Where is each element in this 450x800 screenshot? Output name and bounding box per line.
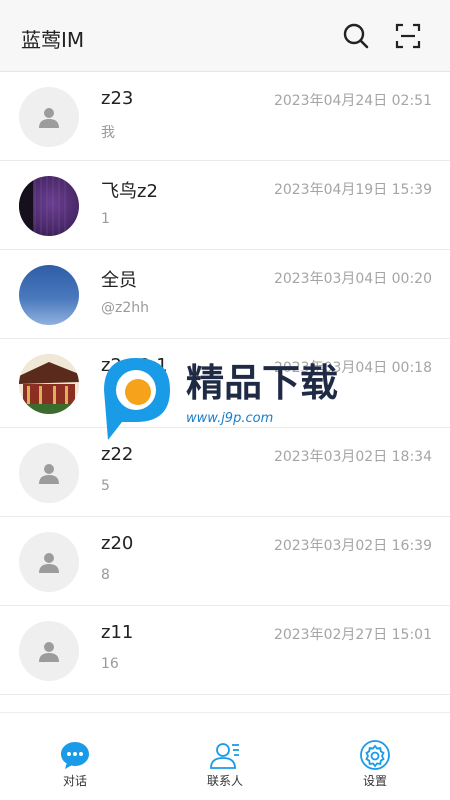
- conversation-row[interactable]: z11 2023年02月27日 15:01 16: [0, 606, 450, 695]
- conversation-preview: @z2hh: [101, 300, 150, 316]
- conversation-name: z23: [101, 88, 134, 109]
- tab-label: 联系人: [206, 774, 243, 788]
- chat-bubble-icon: [59, 739, 91, 771]
- conversation-row[interactable]: z23 2023年04月24日 02:51 我: [0, 72, 450, 161]
- default-avatar-icon: [19, 532, 79, 592]
- conversation-time: 2023年02月27日 15:01: [273, 627, 432, 643]
- conversation-name: z11: [101, 622, 134, 643]
- conversation-preview: 我: [101, 125, 115, 141]
- default-avatar-icon: [19, 621, 79, 681]
- conversation-time: 2023年03月02日 16:39: [273, 538, 432, 554]
- tab-settings[interactable]: 设置: [300, 713, 450, 800]
- conversation-row[interactable]: 飞鸟z2 2023年04月19日 15:39 1: [0, 161, 450, 250]
- scan-icon[interactable]: [392, 20, 424, 52]
- default-avatar-icon: [19, 443, 79, 503]
- conversation-row[interactable]: z20 2023年03月02日 16:39 8: [0, 517, 450, 606]
- conversation-name: 全员: [101, 270, 137, 291]
- tab-label: 对话: [62, 774, 87, 788]
- conversation-time: 2023年04月24日 02:51: [273, 93, 432, 109]
- default-avatar-icon: [19, 87, 79, 147]
- search-icon[interactable]: [340, 20, 372, 52]
- conversation-list: z23 2023年04月24日 02:51 我 飞鸟z2 2023年04月19日…: [0, 72, 450, 695]
- avatar-photo: [19, 265, 79, 325]
- bottom-tab-bar: 对话 联系人 设置: [0, 712, 450, 800]
- avatar-photo: [19, 176, 79, 236]
- conversation-row[interactable]: 全员 2023年03月04日 00:20 @z2hh: [0, 250, 450, 339]
- conversation-name: 飞鸟z2: [101, 181, 158, 202]
- conversation-time: 2023年04月19日 15:39: [273, 182, 432, 198]
- conversation-time: 2023年03月04日 00:18: [273, 360, 432, 376]
- conversation-time: 2023年03月02日 18:34: [273, 449, 432, 465]
- avatar-photo: [19, 354, 79, 414]
- conversation-name: z2 · 2 1: [101, 355, 168, 376]
- tab-label: 设置: [362, 774, 387, 788]
- app-title: 蓝莺IM: [21, 28, 85, 52]
- app-bar: 蓝莺IM: [0, 0, 450, 72]
- conversation-name: z22: [101, 444, 134, 465]
- conversation-row[interactable]: z22 2023年03月02日 18:34 5: [0, 428, 450, 517]
- conversation-row[interactable]: z2 · 2 1 2023年03月04日 00:18: [0, 339, 450, 428]
- tab-chats[interactable]: 对话: [0, 713, 150, 800]
- contacts-icon: [209, 739, 241, 771]
- conversation-preview: 1: [101, 211, 110, 227]
- tab-contacts[interactable]: 联系人: [150, 713, 300, 800]
- conversation-time: 2023年03月04日 00:20: [273, 271, 432, 287]
- conversation-preview: 8: [101, 567, 110, 583]
- settings-gear-icon: [359, 739, 391, 771]
- conversation-preview: 16: [101, 656, 119, 672]
- conversation-name: z20: [101, 533, 134, 554]
- conversation-preview: 5: [101, 478, 110, 494]
